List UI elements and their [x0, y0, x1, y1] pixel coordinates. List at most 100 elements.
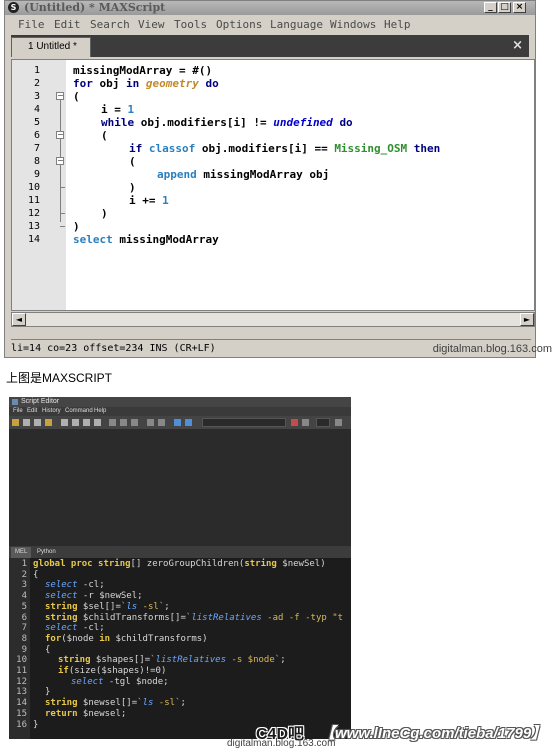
code-line: (	[73, 90, 80, 103]
line-number: 13	[27, 221, 40, 232]
line-number: 16	[16, 719, 27, 730]
code-line: {	[45, 644, 51, 655]
title-bar: Script Editor	[9, 397, 351, 407]
clear-output-icon[interactable]	[109, 419, 116, 426]
clear-input-icon[interactable]	[94, 419, 101, 426]
code-line: }	[45, 687, 51, 698]
line-number: 8	[21, 633, 27, 644]
menu-language[interactable]: Language	[270, 18, 323, 31]
line-number: 11	[27, 195, 40, 206]
code-editor[interactable]: 1 2 3 4 5 6 7 8 9 10 11 12 13 14 − − − m…	[11, 59, 535, 311]
maximize-button[interactable]: □	[498, 2, 511, 13]
line-number: 7	[21, 623, 27, 634]
code-line: return $newsel;	[45, 708, 127, 719]
search-field[interactable]	[202, 418, 286, 427]
code-line: select -cl;	[45, 623, 105, 634]
menu-windows[interactable]: Windows	[330, 18, 376, 31]
execute-all-icon[interactable]	[174, 419, 181, 426]
line-number: 6	[21, 612, 27, 623]
fold-collapse-icon[interactable]: −	[56, 131, 64, 139]
menu-help[interactable]: Help	[94, 407, 106, 416]
clear-history-icon[interactable]	[45, 419, 52, 426]
scroll-right-icon[interactable]: ►	[520, 313, 534, 326]
tab-strip: 1 Untitled * ×	[11, 35, 529, 57]
code-line: {	[33, 569, 39, 580]
close-button[interactable]: ×	[513, 2, 526, 13]
execute-icon[interactable]	[185, 419, 192, 426]
code-input-pane[interactable]: 1 2 3 4 5 6 7 8 9 10 11 12 13 14 15 16 g…	[9, 558, 351, 739]
line-number: 10	[16, 655, 27, 666]
code-line: )	[101, 207, 108, 220]
line-number: 9	[21, 644, 27, 655]
fold-end-marker	[60, 226, 65, 227]
line-number: 1	[21, 559, 27, 569]
menu-options[interactable]: Options	[216, 18, 262, 31]
open-script-icon[interactable]	[12, 419, 19, 426]
line-number: 6	[33, 130, 40, 141]
menu-history[interactable]: History	[42, 407, 61, 416]
show-output-icon[interactable]	[131, 419, 138, 426]
line-number: 4	[21, 591, 27, 602]
tab-python[interactable]: Python	[33, 547, 60, 558]
code-line: )	[73, 220, 80, 233]
line-number: 2	[33, 78, 40, 89]
line-numbers-icon[interactable]	[72, 419, 79, 426]
line-number: 12	[16, 676, 27, 687]
code-line: append missingModArray obj	[157, 168, 330, 181]
menu-edit[interactable]: Edit	[54, 18, 81, 31]
echo-all-icon[interactable]	[61, 419, 68, 426]
search-up-icon[interactable]	[302, 419, 309, 426]
search-down-icon[interactable]	[291, 419, 298, 426]
menu-file[interactable]: File	[18, 18, 45, 31]
code-line: string $childTransforms[]=`listRelatives…	[45, 612, 344, 623]
minimize-button[interactable]: _	[484, 2, 497, 13]
code-line: select -cl;	[45, 580, 105, 591]
scroll-left-icon[interactable]: ◄	[12, 313, 26, 326]
tab-untitled[interactable]: 1 Untitled *	[11, 37, 91, 57]
show-input-icon[interactable]	[147, 419, 154, 426]
menu-edit[interactable]: Edit	[27, 407, 37, 416]
menu-file[interactable]: File	[13, 407, 23, 416]
line-number: 8	[33, 156, 40, 167]
line-number-gutter: 1 2 3 4 5 6 7 8 9 10 11 12 13 14 15 16	[9, 558, 30, 739]
line-number: 7	[33, 143, 40, 154]
goto-line-icon[interactable]	[335, 419, 342, 426]
fold-end-marker	[60, 187, 65, 188]
line-number: 12	[27, 208, 40, 219]
maya-app-icon	[12, 399, 18, 405]
tab-mel[interactable]: MEL	[11, 547, 32, 558]
save-shelf-icon[interactable]	[34, 419, 41, 426]
menu-command[interactable]: Command	[65, 407, 93, 416]
line-number: 9	[33, 169, 40, 180]
menu-bar: File Edit Search View Tools Options Lang…	[5, 15, 535, 35]
show-stack-icon[interactable]	[83, 419, 90, 426]
show-both-icon[interactable]	[158, 419, 165, 426]
goto-line-field[interactable]	[316, 418, 330, 427]
title-bar: S (Untitled) * MAXScript _ □ ×	[5, 1, 535, 15]
horizontal-scrollbar[interactable]: ◄ ►	[11, 312, 535, 327]
line-number-gutter: 1 2 3 4 5 6 7 8 9 10 11 12 13 14 − − −	[12, 60, 66, 310]
save-script-icon[interactable]	[23, 419, 30, 426]
menu-search[interactable]: Search	[90, 18, 130, 31]
code-line: if classof obj.modifiers[i] == Missing_O…	[129, 142, 441, 155]
fold-collapse-icon[interactable]: −	[56, 157, 64, 165]
code-line: string $shapes[]=`listRelatives -s $node…	[58, 655, 286, 666]
line-number: 3	[33, 91, 40, 102]
close-tab-icon[interactable]: ×	[512, 39, 523, 52]
menu-view[interactable]: View	[138, 18, 165, 31]
clear-all-icon[interactable]	[120, 419, 127, 426]
line-number: 2	[21, 569, 27, 580]
line-number: 4	[33, 104, 40, 115]
menu-tools[interactable]: Tools	[174, 18, 207, 31]
history-output-pane[interactable]	[9, 429, 351, 545]
menu-help[interactable]: Help	[384, 18, 411, 31]
code-line: select -r $newSel;	[45, 591, 143, 602]
code-line: i = 1	[101, 103, 135, 116]
caption: 上图是MAXSCRIPT	[6, 371, 113, 385]
code-line: global proc string[] zeroGroupChildren(s…	[33, 559, 326, 569]
line-number: 5	[21, 601, 27, 612]
fold-collapse-icon[interactable]: −	[56, 92, 64, 100]
language-tabs: MEL Python	[9, 546, 351, 558]
fold-end-marker	[60, 213, 65, 214]
code-line: while obj.modifiers[i] != undefined do	[101, 116, 353, 129]
